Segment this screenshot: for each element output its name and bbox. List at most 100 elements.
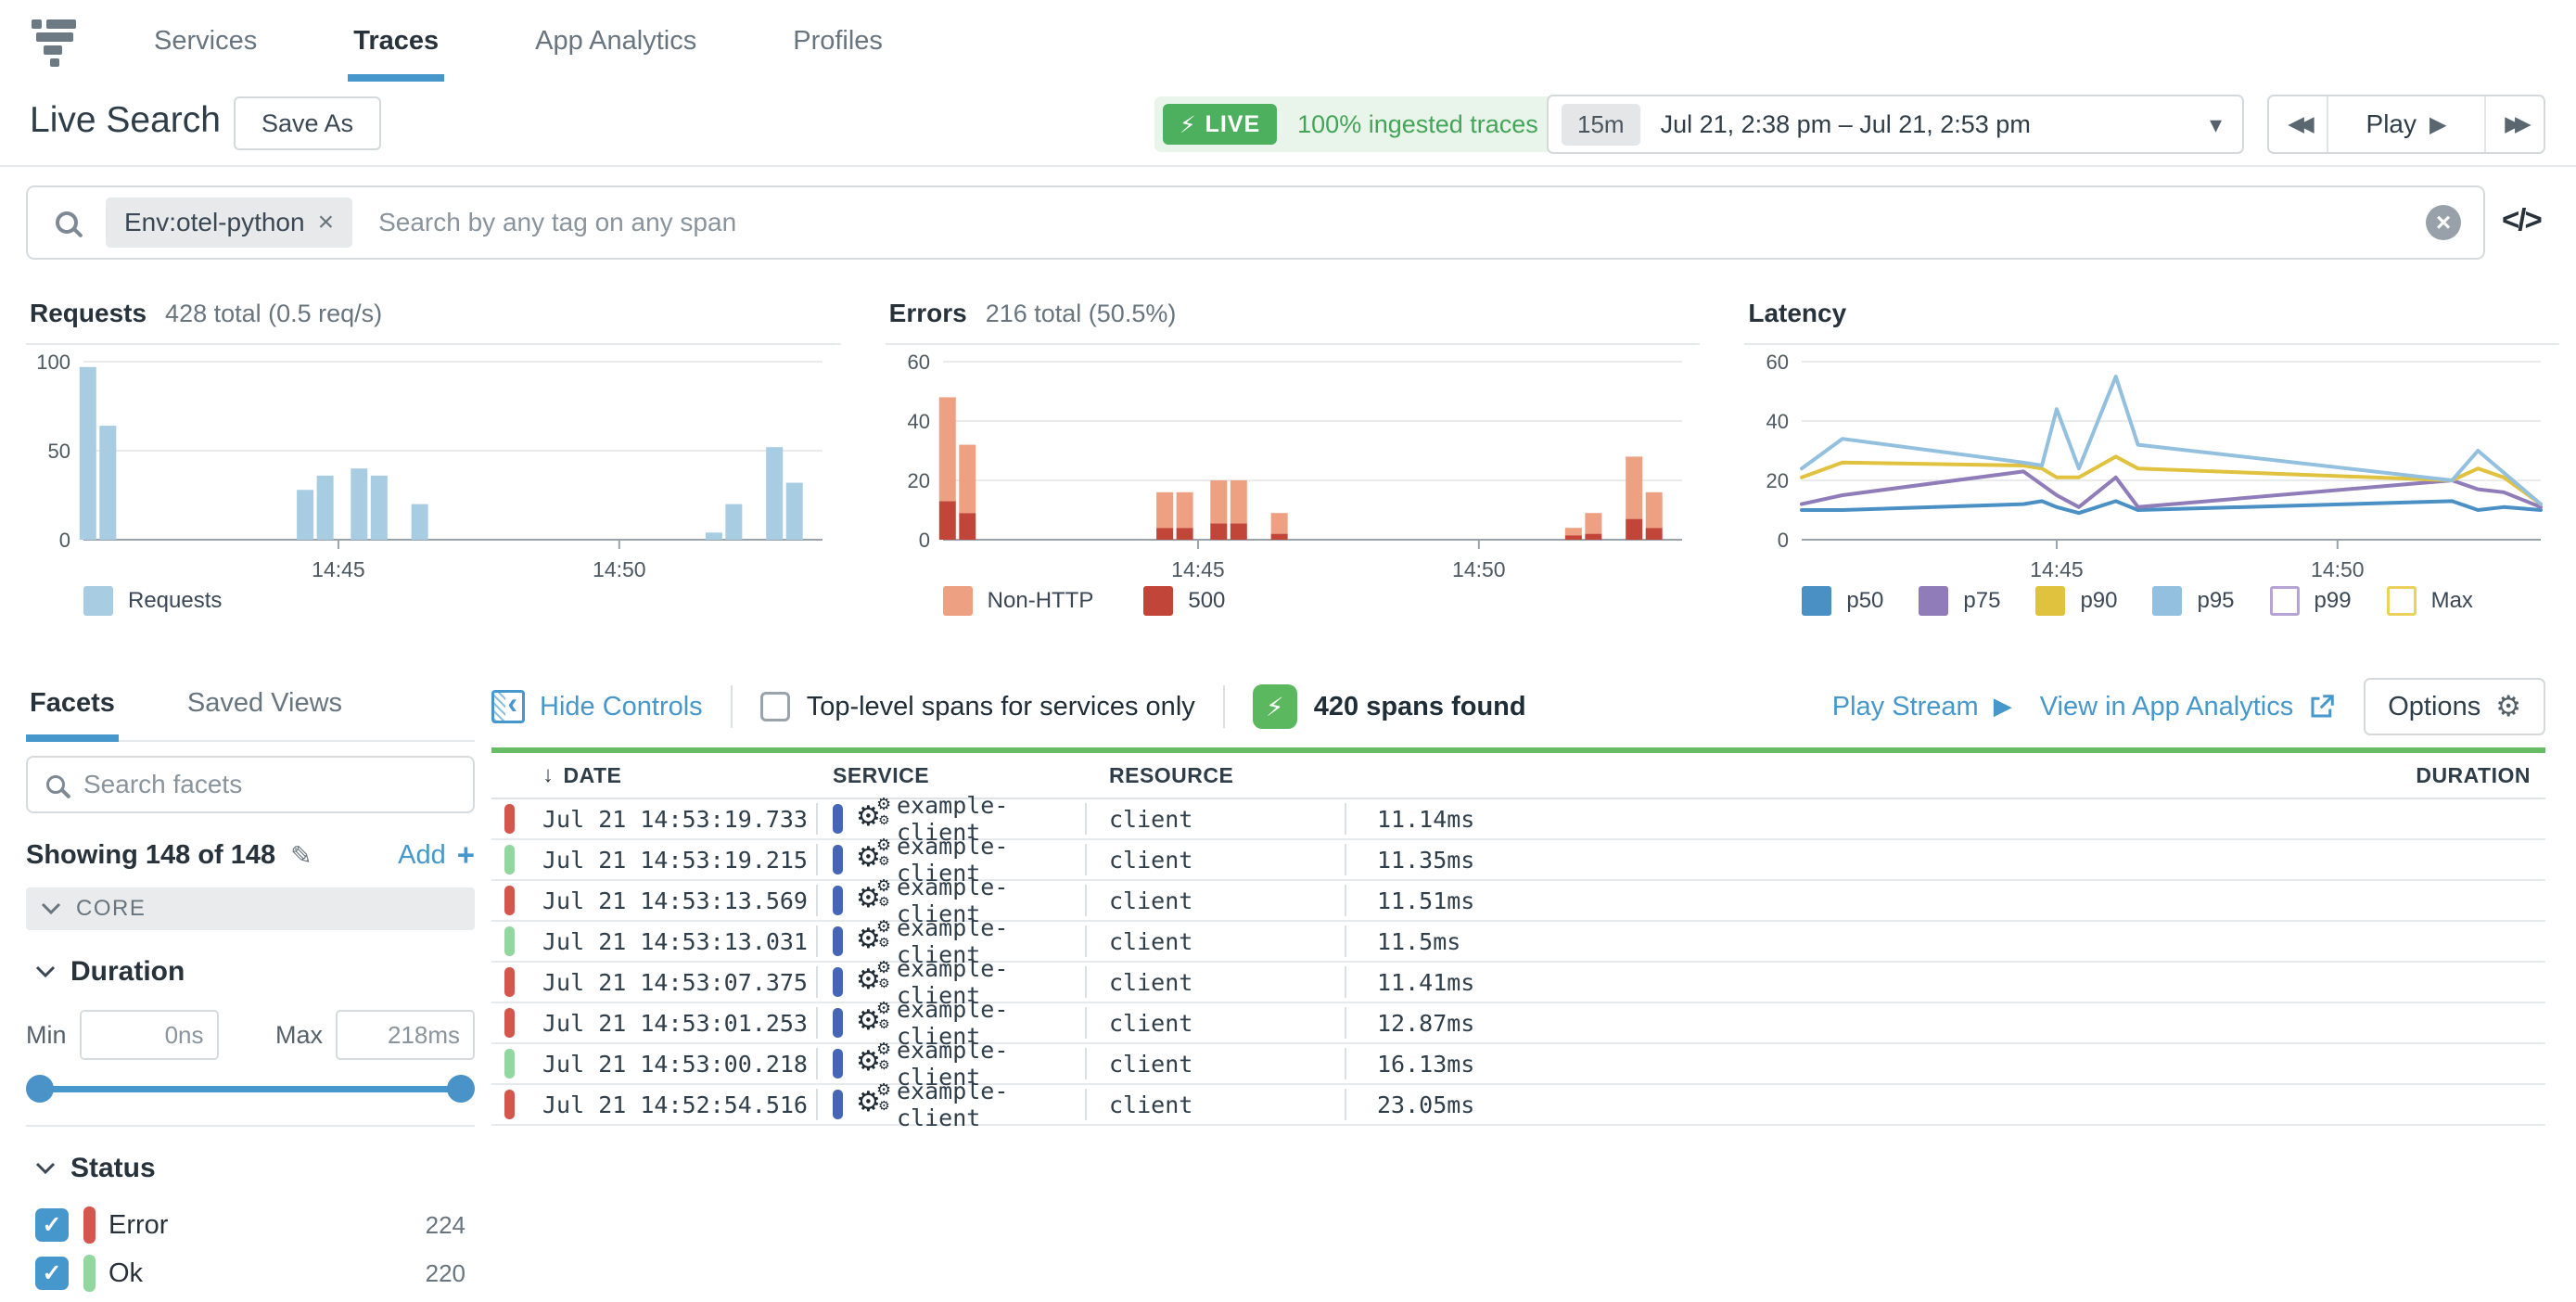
status-facet-row-ok[interactable]: ✓Ok220 bbox=[26, 1249, 475, 1297]
legend-label: 500 bbox=[1188, 588, 1225, 614]
hide-controls-button[interactable]: Hide Controls bbox=[491, 690, 703, 723]
hide-controls-label: Hide Controls bbox=[540, 692, 703, 722]
legend-item-500[interactable]: 500 bbox=[1143, 586, 1225, 616]
trace-resource-cell: client bbox=[1087, 806, 1345, 833]
trace-row[interactable]: Jul 21 14:53:00.218⚙⚙⚙example-clientclie… bbox=[491, 1044, 2545, 1085]
legend-label: Non-HTTP bbox=[988, 588, 1094, 614]
trace-date-cell: Jul 21 14:53:19.215 bbox=[529, 847, 816, 874]
fast-forward-icon: ▶▶ bbox=[2505, 112, 2524, 136]
gears-icon: ⚙⚙⚙ bbox=[856, 802, 897, 836]
trace-row[interactable]: Jul 21 14:53:01.253⚙⚙⚙example-clientclie… bbox=[491, 1003, 2545, 1044]
legend-label: Max bbox=[2431, 588, 2473, 614]
status-facet-count: 224 bbox=[426, 1211, 465, 1240]
span-search-input[interactable]: Env:otel-python × Search by any tag on a… bbox=[26, 185, 2485, 260]
trace-row[interactable]: Jul 21 14:53:19.733⚙⚙⚙example-clientclie… bbox=[491, 799, 2545, 840]
column-header-date[interactable]: ↓ DATE bbox=[529, 762, 816, 788]
facet-tab-facets[interactable]: Facets bbox=[26, 666, 119, 740]
play-icon: ▶ bbox=[1994, 693, 2012, 721]
tab-services[interactable]: Services bbox=[154, 0, 257, 82]
apm-flamegraph-logo-icon[interactable] bbox=[30, 16, 78, 66]
facet-tab-saved-views[interactable]: Saved Views bbox=[184, 666, 346, 740]
service-color-pill bbox=[833, 1049, 843, 1079]
collapse-panel-icon bbox=[491, 690, 525, 723]
rewind-button[interactable]: ◀◀ bbox=[2269, 96, 2328, 152]
play-stream-button[interactable]: Play Stream ▶ bbox=[1832, 692, 2012, 722]
top-level-spans-checkbox[interactable] bbox=[760, 692, 790, 721]
bolt-icon: ⚡ bbox=[1180, 111, 1196, 138]
play-icon: ▶ bbox=[2429, 111, 2446, 137]
tab-profiles[interactable]: Profiles bbox=[793, 0, 883, 82]
service-color-pill bbox=[833, 1090, 843, 1119]
duration-facet-header[interactable]: Duration bbox=[26, 956, 475, 988]
facet-search-input[interactable]: Search facets bbox=[26, 756, 475, 813]
service-name: example-client bbox=[897, 1078, 1085, 1131]
pencil-icon[interactable]: ✎ bbox=[290, 840, 312, 871]
svg-text:14:45: 14:45 bbox=[1171, 557, 1225, 581]
trace-date-cell: Jul 21 14:53:00.218 bbox=[529, 1051, 816, 1078]
legend-item-p50[interactable]: p50 bbox=[1802, 586, 1883, 616]
top-level-spans-toggle[interactable]: Top-level spans for services only bbox=[760, 692, 1195, 722]
rewind-icon: ◀◀ bbox=[2288, 112, 2307, 136]
max-duration-field[interactable]: 218ms bbox=[336, 1010, 475, 1060]
gears-icon: ⚙⚙⚙ bbox=[856, 1006, 897, 1040]
search-tag-env[interactable]: Env:otel-python × bbox=[106, 198, 352, 248]
clear-search-icon[interactable]: × bbox=[2426, 205, 2461, 240]
play-button[interactable]: Play ▶ bbox=[2328, 96, 2484, 152]
checkbox-checked-icon[interactable]: ✓ bbox=[35, 1208, 69, 1242]
trace-row[interactable]: Jul 21 14:53:19.215⚙⚙⚙example-clientclie… bbox=[491, 840, 2545, 881]
options-button[interactable]: Options ⚙ bbox=[2364, 678, 2545, 735]
legend-item-p75[interactable]: p75 bbox=[1919, 586, 2000, 616]
status-facet-header[interactable]: Status bbox=[26, 1153, 475, 1184]
facet-search-placeholder: Search facets bbox=[83, 770, 242, 799]
svg-text:20: 20 bbox=[1766, 469, 1789, 492]
code-view-icon[interactable]: </> bbox=[2502, 202, 2541, 237]
trace-date-cell: Jul 21 14:53:13.569 bbox=[529, 887, 816, 914]
fast-forward-button[interactable]: ▶▶ bbox=[2484, 96, 2544, 152]
legend-item-non-http[interactable]: Non-HTTP bbox=[943, 586, 1094, 616]
facet-tabs: Facets Saved Views bbox=[26, 666, 475, 742]
tag-close-icon[interactable]: × bbox=[318, 207, 335, 238]
slider-handle-min[interactable] bbox=[26, 1075, 54, 1103]
trace-duration-cell: 12.87ms bbox=[1346, 1010, 2545, 1037]
search-tag-label: Env:otel-python bbox=[124, 208, 305, 237]
trace-date-cell: Jul 21 14:53:01.253 bbox=[529, 1010, 816, 1037]
stream-controls-row: Hide Controls Top-level spans for servic… bbox=[491, 666, 2545, 747]
tab-app-analytics[interactable]: App Analytics bbox=[535, 0, 696, 82]
facet-showing-text: Showing 148 of 148 bbox=[26, 840, 275, 871]
save-as-button[interactable]: Save As bbox=[234, 96, 381, 150]
tab-traces[interactable]: Traces bbox=[353, 0, 439, 82]
min-label: Min bbox=[26, 1021, 67, 1050]
trace-row[interactable]: Jul 21 14:53:13.569⚙⚙⚙example-clientclie… bbox=[491, 881, 2545, 922]
trace-resource-cell: client bbox=[1087, 928, 1345, 955]
svg-text:0: 0 bbox=[1778, 529, 1789, 552]
trace-row[interactable]: Jul 21 14:53:13.031⚙⚙⚙example-clientclie… bbox=[491, 922, 2545, 963]
gears-icon: ⚙⚙⚙ bbox=[856, 884, 897, 917]
legend-item-max[interactable]: Max bbox=[2387, 586, 2473, 616]
legend-item-requests[interactable]: Requests bbox=[83, 586, 222, 616]
view-in-app-analytics-link[interactable]: View in App Analytics bbox=[2040, 692, 2337, 722]
live-toggle-button[interactable]: ⚡ LIVE bbox=[1163, 104, 1277, 145]
row-status-pill bbox=[504, 967, 515, 997]
trace-resource-cell: client bbox=[1087, 1010, 1345, 1037]
trace-resource-cell: client bbox=[1087, 969, 1345, 996]
time-range-selector[interactable]: 15m Jul 21, 2:38 pm – Jul 21, 2:53 pm ▾ bbox=[1547, 95, 2244, 154]
facet-group-core[interactable]: CORE bbox=[26, 887, 475, 930]
slider-track[interactable] bbox=[37, 1086, 464, 1092]
legend-item-p95[interactable]: p95 bbox=[2152, 586, 2234, 616]
add-facet-button[interactable]: Add + bbox=[398, 837, 475, 873]
external-link-icon bbox=[2308, 693, 2336, 721]
legend-item-p90[interactable]: p90 bbox=[2035, 586, 2117, 616]
spans-found-text: 420 spans found bbox=[1314, 692, 1526, 722]
trace-row[interactable]: Jul 21 14:52:54.516⚙⚙⚙example-clientclie… bbox=[491, 1085, 2545, 1126]
caret-down-icon: ▾ bbox=[2210, 110, 2222, 139]
trace-row[interactable]: Jul 21 14:53:07.375⚙⚙⚙example-clientclie… bbox=[491, 963, 2545, 1003]
options-label: Options bbox=[2388, 692, 2480, 722]
legend-item-p99[interactable]: p99 bbox=[2270, 586, 2352, 616]
legend-swatch bbox=[1143, 586, 1173, 616]
status-facet-row-error[interactable]: ✓Error224 bbox=[26, 1201, 475, 1249]
trace-duration-cell: 11.5ms bbox=[1346, 928, 2545, 955]
slider-handle-max[interactable] bbox=[447, 1075, 475, 1103]
checkbox-checked-icon[interactable]: ✓ bbox=[35, 1257, 69, 1290]
service-color-pill bbox=[833, 1008, 843, 1038]
min-duration-field[interactable]: 0ns bbox=[80, 1010, 219, 1060]
